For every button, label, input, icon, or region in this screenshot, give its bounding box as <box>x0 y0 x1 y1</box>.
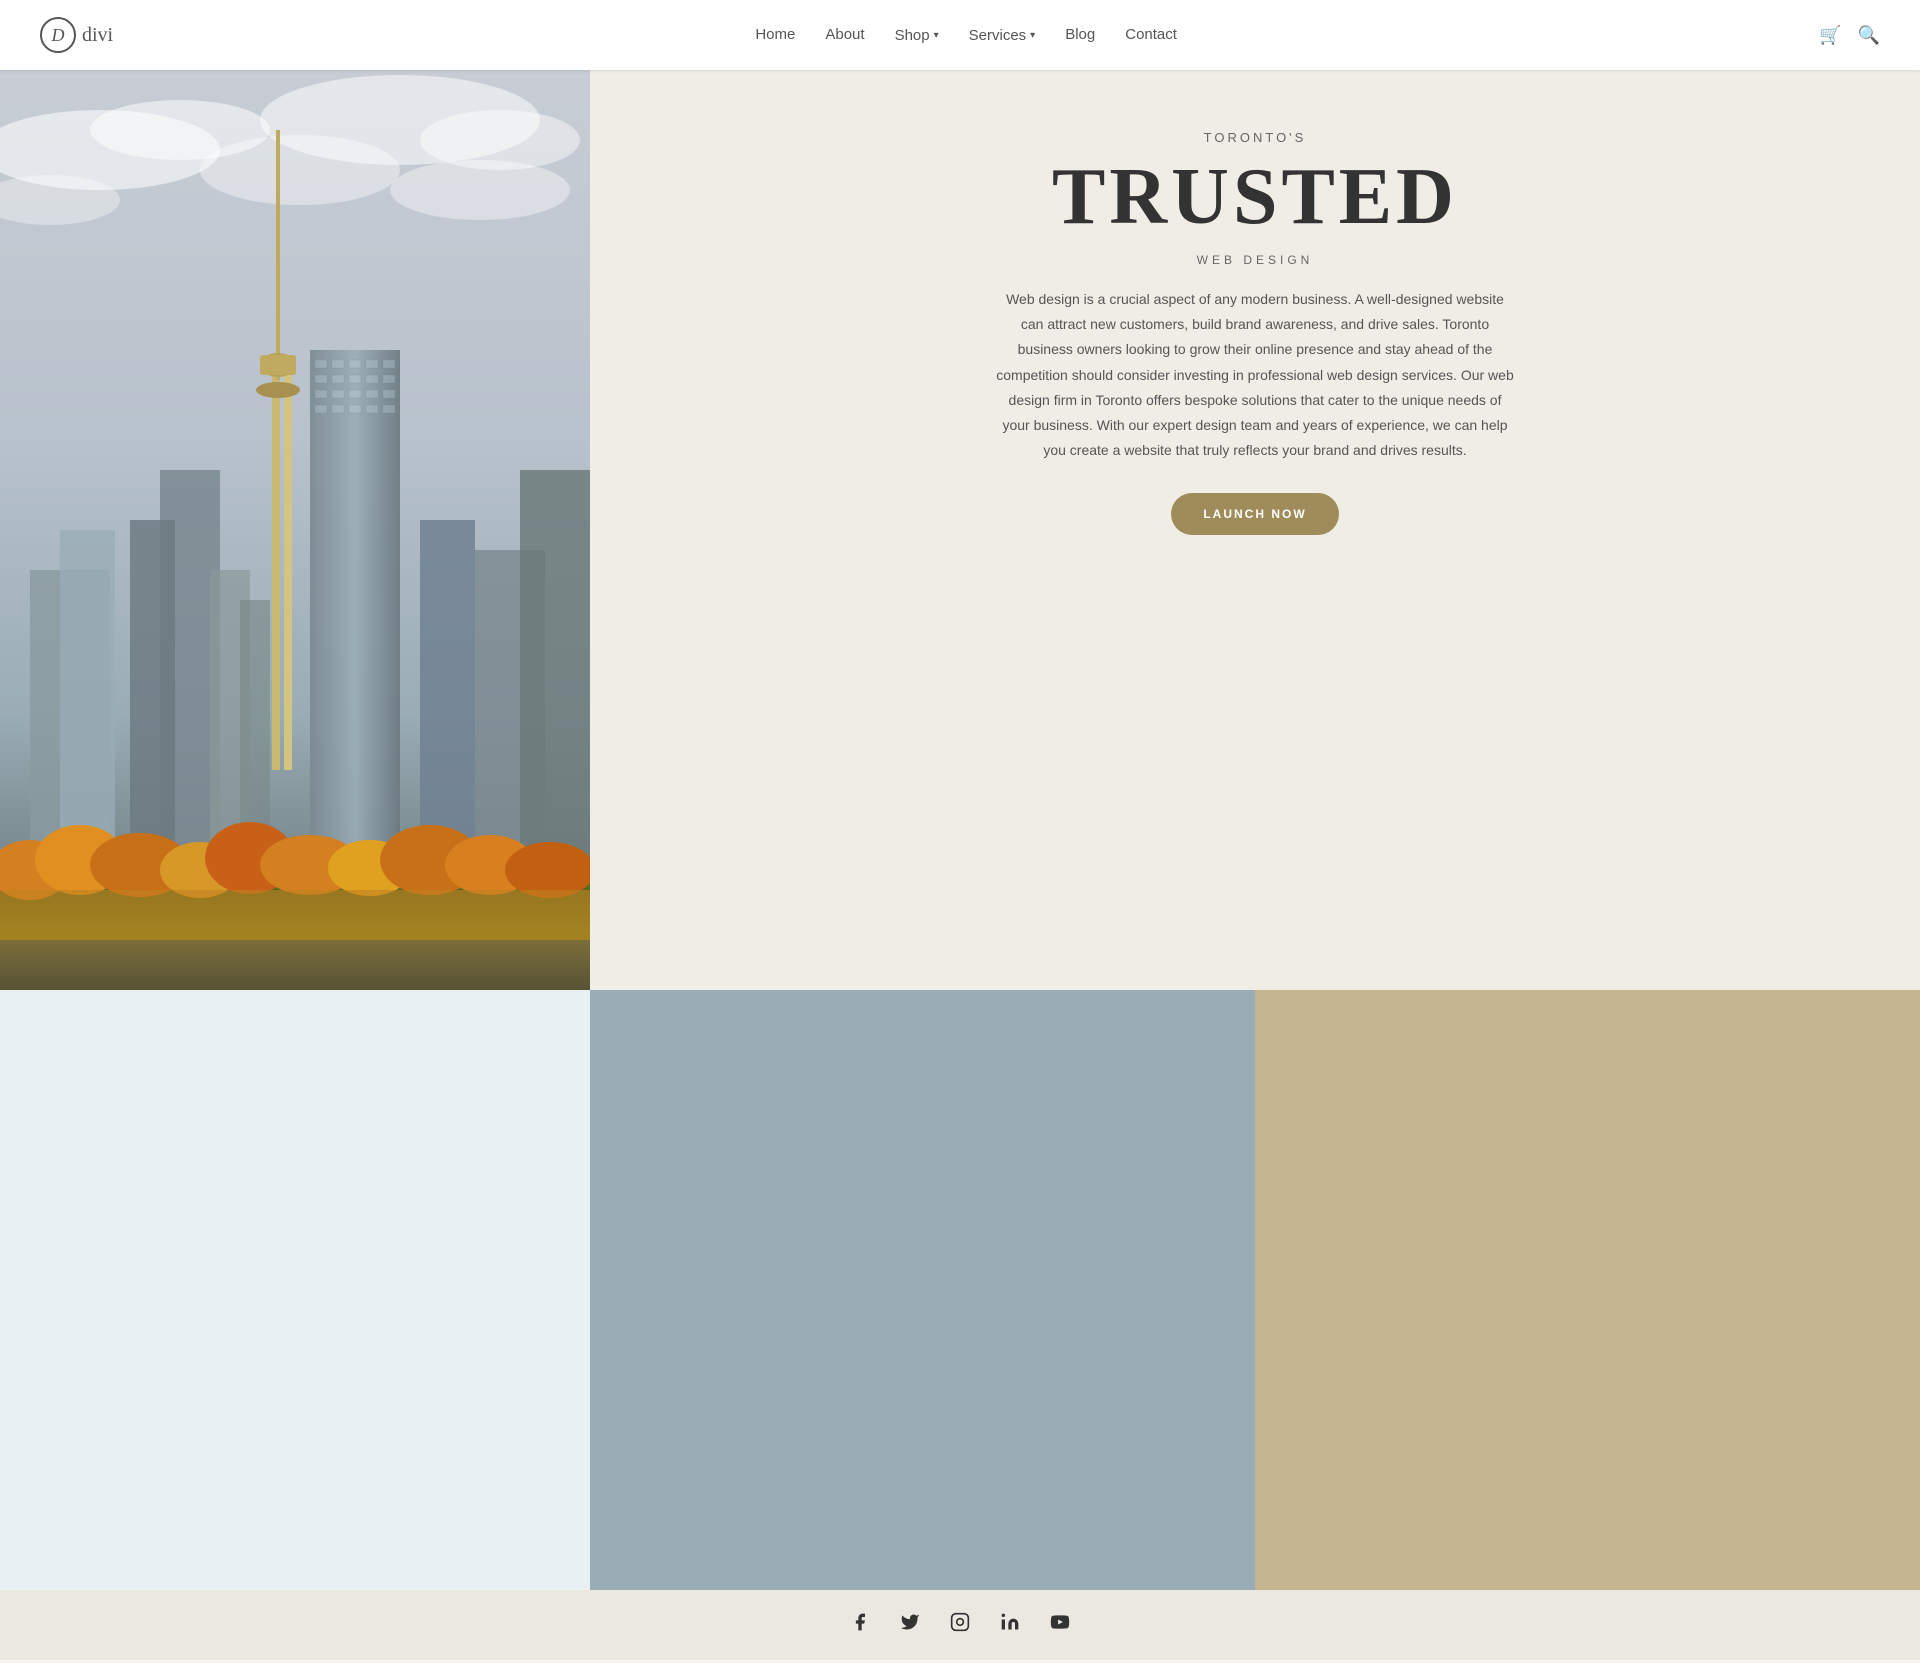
content-panel: TORONTO'S TRUSTED WEB DESIGN Web design … <box>590 70 1920 990</box>
chevron-down-icon: ▾ <box>934 30 939 41</box>
launch-button[interactable]: LAUNCH NOW <box>1171 493 1338 535</box>
nav-link-home[interactable]: Home <box>755 26 795 43</box>
hero-description: Web design is a crucial aspect of any mo… <box>995 287 1515 463</box>
lower-tan-panel <box>1255 990 1920 1590</box>
twitter-icon[interactable] <box>900 1612 920 1638</box>
nav-item-blog[interactable]: Blog <box>1065 26 1095 44</box>
location-label: TORONTO'S <box>1204 130 1307 145</box>
hero-heading: TRUSTED <box>1052 153 1458 241</box>
nav-icons: 🛒 🔍 <box>1819 25 1880 46</box>
subheading: WEB DESIGN <box>1197 253 1314 267</box>
logo-circle: D <box>40 17 76 53</box>
lower-left-panel <box>0 990 590 1590</box>
youtube-icon[interactable] <box>1050 1612 1070 1638</box>
nav-link-about[interactable]: About <box>825 26 864 43</box>
instagram-icon[interactable] <box>950 1612 970 1638</box>
logo-link[interactable]: D divi <box>40 17 113 53</box>
facebook-icon[interactable] <box>850 1612 870 1638</box>
linkedin-icon[interactable] <box>1000 1612 1020 1638</box>
nav-item-shop[interactable]: Shop ▾ <box>895 27 939 44</box>
city-image <box>0 70 590 990</box>
skyline <box>0 70 590 990</box>
logo-text: divi <box>82 24 113 47</box>
nav-links: Home About Shop ▾ Services ▾ Blog Contac… <box>755 26 1177 44</box>
nav-item-services[interactable]: Services ▾ <box>969 27 1036 44</box>
nav-link-contact[interactable]: Contact <box>1125 26 1177 43</box>
nav-item-about[interactable]: About <box>825 26 864 44</box>
nav-link-services[interactable]: Services <box>969 27 1027 44</box>
navbar: D divi Home About Shop ▾ Services ▾ Blog… <box>0 0 1920 70</box>
lower-gray-panel <box>590 990 1255 1590</box>
nav-item-home[interactable]: Home <box>755 26 795 44</box>
nav-item-contact[interactable]: Contact <box>1125 26 1177 44</box>
search-icon[interactable]: 🔍 <box>1858 25 1880 46</box>
main-content: TORONTO'S TRUSTED WEB DESIGN Web design … <box>0 70 1920 990</box>
nav-link-shop[interactable]: Shop <box>895 27 930 44</box>
skyline-svg <box>0 70 590 990</box>
lower-section <box>0 990 1920 1590</box>
footer <box>0 1590 1920 1660</box>
lower-right-panel <box>590 990 1920 1590</box>
chevron-down-icon: ▾ <box>1030 30 1035 41</box>
nav-link-blog[interactable]: Blog <box>1065 26 1095 43</box>
cart-icon[interactable]: 🛒 <box>1819 25 1841 46</box>
